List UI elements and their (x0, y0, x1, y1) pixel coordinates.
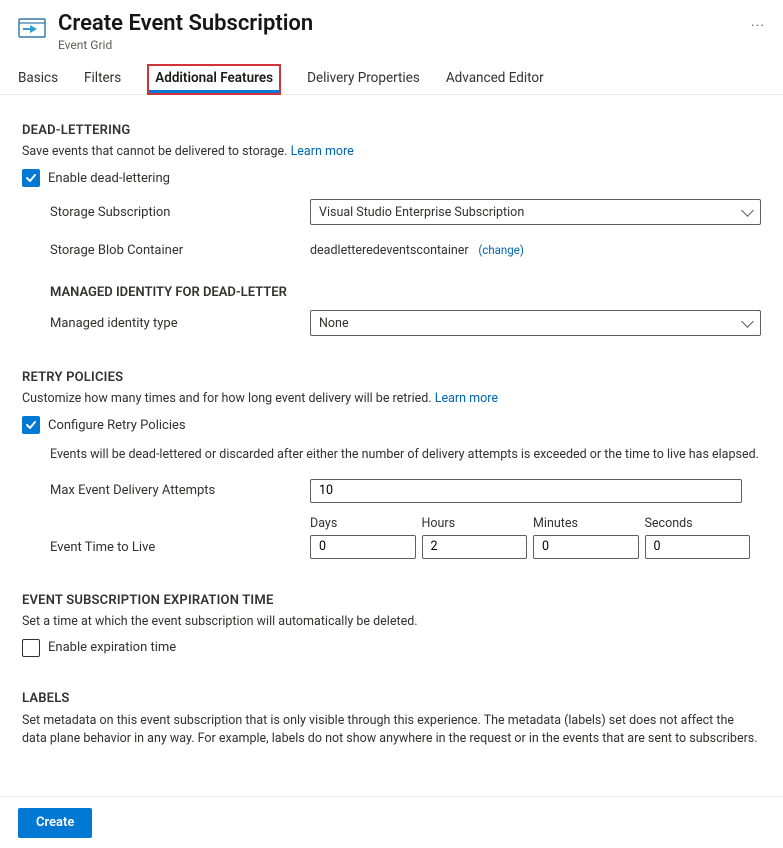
managed-identity-title: MANAGED IDENTITY FOR DEAD-LETTER (50, 285, 761, 300)
more-menu[interactable]: ··· (751, 18, 765, 34)
labels-title: LABELS (22, 691, 761, 706)
create-button[interactable]: Create (18, 808, 92, 838)
tab-delivery-properties[interactable]: Delivery Properties (307, 64, 420, 94)
retry-desc: Customize how many times and for how lon… (22, 391, 761, 406)
storage-blob-container-label: Storage Blob Container (50, 243, 310, 258)
storage-subscription-label: Storage Subscription (50, 205, 310, 220)
ttl-seconds-input[interactable] (645, 535, 751, 559)
ttl-minutes-label: Minutes (533, 516, 639, 531)
tab-advanced-editor[interactable]: Advanced Editor (446, 64, 544, 94)
tab-bar: Basics Filters Additional Features Deliv… (0, 52, 783, 95)
tab-additional-features[interactable]: Additional Features (147, 64, 281, 95)
managed-identity-type-select[interactable]: None (310, 310, 761, 336)
labels-desc: Set metadata on this event subscription … (22, 712, 761, 750)
storage-blob-container-value: deadletteredeventscontainer (310, 243, 469, 258)
retry-title: RETRY POLICIES (22, 370, 761, 385)
max-attempts-input[interactable] (310, 479, 742, 503)
configure-retry-label: Configure Retry Policies (48, 418, 186, 433)
expiration-title: EVENT SUBSCRIPTION EXPIRATION TIME (22, 593, 761, 608)
ttl-minutes-input[interactable] (533, 535, 639, 559)
ttl-days-input[interactable] (310, 535, 416, 559)
enable-expiration-checkbox[interactable] (22, 639, 40, 657)
section-expiration: EVENT SUBSCRIPTION EXPIRATION TIME Set a… (22, 593, 761, 657)
check-icon (25, 172, 37, 184)
retry-help-text: Events will be dead-lettered or discarde… (50, 446, 761, 464)
event-grid-icon (18, 14, 46, 42)
managed-identity-type-label: Managed identity type (50, 316, 310, 331)
storage-subscription-select[interactable]: Visual Studio Enterprise Subscription (310, 199, 761, 225)
expiration-desc: Set a time at which the event subscripti… (22, 614, 761, 629)
check-icon (25, 419, 37, 431)
section-dead-lettering: DEAD-LETTERING Save events that cannot b… (22, 123, 761, 336)
ttl-hours-label: Hours (422, 516, 528, 531)
dead-letter-title: DEAD-LETTERING (22, 123, 761, 138)
dead-letter-learn-more-link[interactable]: Learn more (291, 144, 354, 159)
enable-dead-lettering-checkbox[interactable] (22, 169, 40, 187)
tab-basics[interactable]: Basics (18, 64, 58, 94)
page-subtitle: Event Grid (58, 38, 731, 52)
ttl-seconds-label: Seconds (645, 516, 751, 531)
ttl-label: Event Time to Live (50, 540, 310, 559)
page-title: Create Event Subscription (58, 10, 731, 38)
retry-learn-more-link[interactable]: Learn more (435, 391, 498, 406)
ttl-hours-input[interactable] (422, 535, 528, 559)
enable-dead-lettering-label: Enable dead-lettering (48, 171, 170, 186)
ttl-days-label: Days (310, 516, 416, 531)
section-retry-policies: RETRY POLICIES Customize how many times … (22, 370, 761, 559)
footer: Create (0, 796, 783, 848)
section-labels: LABELS Set metadata on this event subscr… (22, 691, 761, 750)
enable-expiration-label: Enable expiration time (48, 640, 176, 655)
max-attempts-label: Max Event Delivery Attempts (50, 483, 310, 498)
dead-letter-desc: Save events that cannot be delivered to … (22, 144, 761, 159)
configure-retry-checkbox[interactable] (22, 416, 40, 434)
storage-blob-change-link[interactable]: (change) (478, 243, 523, 257)
tab-filters[interactable]: Filters (84, 64, 121, 94)
